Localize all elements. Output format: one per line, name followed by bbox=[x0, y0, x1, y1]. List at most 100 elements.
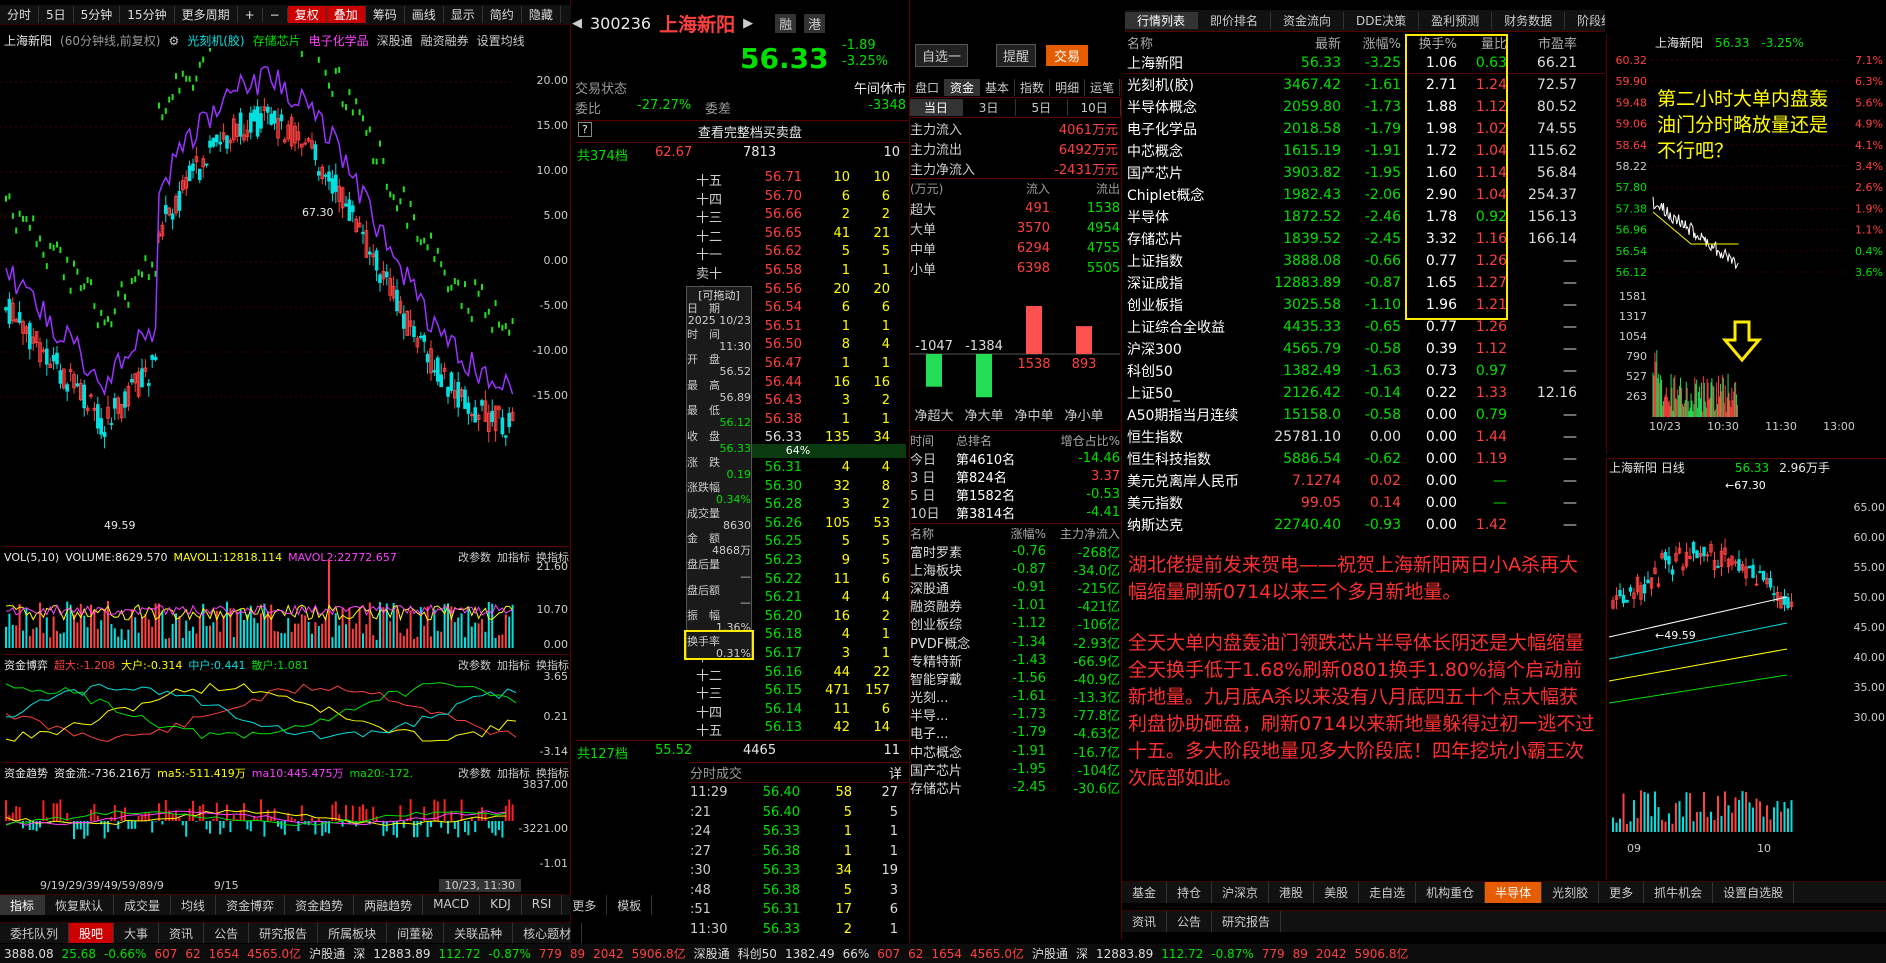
flow-tab[interactable]: 明细 bbox=[1050, 79, 1086, 96]
sector-row[interactable]: PVDF概念 -1.34 -2.93亿 bbox=[910, 633, 1121, 652]
flow-tab[interactable]: 资金 bbox=[945, 79, 981, 96]
info-tab[interactable]: 研究报告 bbox=[249, 923, 319, 943]
list-row[interactable]: 纳斯达克 22740.40 -0.93 0.00 1.42 — bbox=[1125, 514, 1605, 536]
list-row[interactable]: 中芯概念 1615.19 -1.91 1.72 1.04 115.62 bbox=[1125, 140, 1605, 162]
list-row[interactable]: 创业板指 3025.58 -1.10 1.96 1.21— bbox=[1125, 294, 1605, 316]
indicator-tab[interactable]: 资金博弈 bbox=[216, 895, 286, 915]
extra-2[interactable]: 融资融券 bbox=[421, 32, 469, 49]
board-tab[interactable]: 沪深京 bbox=[1212, 882, 1270, 903]
overlay-2[interactable]: 存储芯片 bbox=[253, 32, 301, 49]
info-tab[interactable]: 资讯 bbox=[159, 923, 205, 943]
tab-more-period[interactable]: 更多周期 bbox=[175, 6, 238, 23]
board-tab[interactable]: 港股 bbox=[1269, 882, 1315, 903]
list-row[interactable]: 恒生科技指数 5886.54 -0.62 0.00 1.19 — bbox=[1125, 448, 1605, 470]
list-tab[interactable]: 行情列表 bbox=[1125, 12, 1199, 29]
sector-row[interactable]: 专精特新 -1.43 -66.9亿 bbox=[910, 651, 1121, 670]
info-tab[interactable]: 所属板块 bbox=[318, 923, 388, 943]
info-tab[interactable]: 公告 bbox=[204, 923, 250, 943]
list-row[interactable]: Chiplet概念 1982.43 -2.06 2.90 1.04 254.37 bbox=[1125, 184, 1605, 206]
overlay-3[interactable]: 电子化学品 bbox=[309, 32, 369, 49]
board-tab[interactable]: 半导体 bbox=[1485, 882, 1543, 903]
info-tab[interactable]: 间董秘 bbox=[387, 923, 445, 943]
kline-info-popup[interactable]: [可拖动] 日 期 2025 10/23 时 间 11:30 开 盘 56.52 最 高 56.… bbox=[686, 286, 752, 660]
list-row[interactable]: A50期指当月连续 15158.0 -0.58 0.00 0.79 — bbox=[1125, 404, 1605, 426]
list-row[interactable]: 上海新阳 56.33 -3.25 1.06 0.63 66.21 bbox=[1125, 52, 1605, 74]
flow-tab[interactable]: 指数 bbox=[1015, 79, 1051, 96]
board-tab[interactable]: 走自选 bbox=[1359, 882, 1417, 903]
ticks-more[interactable]: 详 bbox=[889, 763, 902, 782]
list-row[interactable]: 深证成指 12883.89 -0.87 1.65 1.27— bbox=[1125, 272, 1605, 294]
list-tab[interactable]: 盈利预测 bbox=[1419, 12, 1493, 29]
list-row[interactable]: 上证综合全收益 4435.33 -0.65 0.77 1.26 — bbox=[1125, 316, 1605, 338]
bid-row[interactable]: 十五 56.13 42 14 bbox=[690, 720, 900, 739]
ask-row[interactable]: 十二 56.65 41 21 bbox=[690, 226, 900, 245]
list-row[interactable]: 电子化学品 2018.58 -1.79 1.98 1.02 74.55 bbox=[1125, 118, 1605, 140]
list-tab[interactable]: DDE决策 bbox=[1344, 12, 1420, 29]
list-tab[interactable]: 阶段统计 bbox=[1565, 12, 1605, 29]
zoom-in-button[interactable]: + bbox=[238, 7, 263, 22]
period-tab[interactable]: 当日 bbox=[910, 99, 963, 116]
tab-15min[interactable]: 15分钟 bbox=[120, 6, 175, 23]
indicator-tab[interactable]: MACD bbox=[423, 895, 481, 915]
prev-stock-icon[interactable]: ◀ bbox=[572, 16, 582, 31]
list-hdr-pct[interactable]: 涨幅% bbox=[1341, 33, 1401, 52]
ask-row[interactable]: 卖十 56.58 1 1 bbox=[690, 263, 900, 282]
overlay-1[interactable]: 光刻机(胶) bbox=[187, 32, 244, 49]
adjust-button[interactable]: 复权 bbox=[287, 6, 327, 23]
watchlist-button[interactable]: 自选一 bbox=[915, 44, 969, 67]
list-row[interactable]: 上证指数 3888.08 -0.66 0.77 1.26— bbox=[1125, 250, 1605, 272]
info-tab[interactable]: 大事 bbox=[114, 923, 160, 943]
sector-row[interactable]: 中芯概念 -1.91 -16.7亿 bbox=[910, 742, 1121, 761]
ask-row[interactable]: 十一 56.62 5 5 bbox=[690, 244, 900, 263]
display-button[interactable]: 显示 bbox=[444, 6, 483, 23]
list-row[interactable]: 沪深300 4565.79 -0.58 0.39 1.12 — bbox=[1125, 338, 1605, 360]
indicator-tab[interactable]: 成交量 bbox=[114, 895, 172, 915]
draw-button[interactable]: 画线 bbox=[405, 6, 444, 23]
list-tab[interactable]: 即价排名 bbox=[1198, 12, 1272, 29]
info-tab[interactable]: 委托队列 bbox=[0, 923, 70, 943]
list-row[interactable]: 美元兑离岸人民币 7.1274 0.02 0.00 — — bbox=[1125, 470, 1605, 492]
trade-button[interactable]: 交易 bbox=[1046, 45, 1089, 66]
sector-row[interactable]: 光刻... -1.61 -13.3亿 bbox=[910, 688, 1121, 706]
info-tab[interactable]: 关联品种 bbox=[444, 923, 514, 943]
sector-row[interactable]: 创业板综 -1.12 -106亿 bbox=[910, 615, 1121, 633]
list-row[interactable]: 半导体 1872.52 -2.46 1.78 0.92 156.13 bbox=[1125, 206, 1605, 228]
board-tab[interactable]: 美股 bbox=[1314, 882, 1360, 903]
ask-row[interactable]: 十三 56.66 2 2 bbox=[690, 207, 900, 226]
extra-1[interactable]: 深股通 bbox=[377, 32, 413, 49]
indicator-tab[interactable]: 指标 bbox=[0, 895, 46, 915]
list-row[interactable]: 国产芯片 3903.82 -1.95 1.60 1.14 56.84 bbox=[1125, 162, 1605, 184]
board-tab[interactable]: 光刻胶 bbox=[1542, 882, 1600, 903]
board-tab[interactable]: 持仓 bbox=[1167, 882, 1213, 903]
board-tab[interactable]: 抓牛机会 bbox=[1644, 882, 1714, 903]
list-hdr-pe[interactable]: 市盈率 bbox=[1507, 33, 1577, 52]
news-tab[interactable]: 资讯 bbox=[1122, 911, 1168, 932]
list-row[interactable]: 存储芯片 1839.52 -2.45 3.32 1.16 166.14 bbox=[1125, 228, 1605, 250]
board-tab[interactable]: 更多 bbox=[1599, 882, 1645, 903]
sector-row[interactable]: 上海板块 -0.87 -34.0亿 bbox=[910, 560, 1121, 579]
list-row[interactable]: 恒生指数 25781.10 0.00 0.00 1.44 — bbox=[1125, 426, 1605, 448]
info-tab[interactable]: 股吧 bbox=[69, 923, 115, 943]
main-kline-chart[interactable] bbox=[0, 48, 571, 538]
ask-row[interactable]: 十四 56.70 6 6 bbox=[690, 189, 900, 208]
period-tab[interactable]: 10日 bbox=[1068, 99, 1121, 116]
list-tab[interactable]: 财务数据 bbox=[1492, 12, 1566, 29]
flow-tab[interactable]: 盘口 bbox=[910, 79, 946, 96]
board-tab[interactable]: 机构重仓 bbox=[1416, 882, 1486, 903]
simple-button[interactable]: 简约 bbox=[483, 6, 522, 23]
indicator-tab[interactable]: KDJ bbox=[480, 895, 522, 915]
bid-row[interactable]: 十三 56.15 471 157 bbox=[690, 683, 900, 702]
zoom-out-button[interactable]: − bbox=[263, 7, 288, 22]
period-tab[interactable]: 5日 bbox=[1016, 99, 1069, 116]
list-hdr-name[interactable]: 名称 bbox=[1125, 33, 1265, 52]
list-row[interactable]: 上证50_ 2126.42 -0.14 0.22 1.33 12.16 bbox=[1125, 382, 1605, 404]
ask-row[interactable]: 十五 56.71 10 10 bbox=[690, 170, 900, 189]
news-tab[interactable]: 研究报告 bbox=[1212, 911, 1282, 932]
indicator-tab[interactable]: 资金趋势 bbox=[285, 895, 355, 915]
period-tab[interactable]: 3日 bbox=[963, 99, 1016, 116]
list-row[interactable]: 半导体概念 2059.80 -1.73 1.88 1.12 80.52 bbox=[1125, 96, 1605, 118]
list-row[interactable]: 光刻机(胶) 3467.42 -1.61 2.71 1.24 72.57 bbox=[1125, 74, 1605, 96]
overlay-button[interactable]: 叠加 bbox=[326, 6, 366, 23]
alert-button[interactable]: 提醒 bbox=[996, 44, 1037, 67]
sector-row[interactable]: 深股通 -0.91 -215亿 bbox=[910, 578, 1121, 597]
